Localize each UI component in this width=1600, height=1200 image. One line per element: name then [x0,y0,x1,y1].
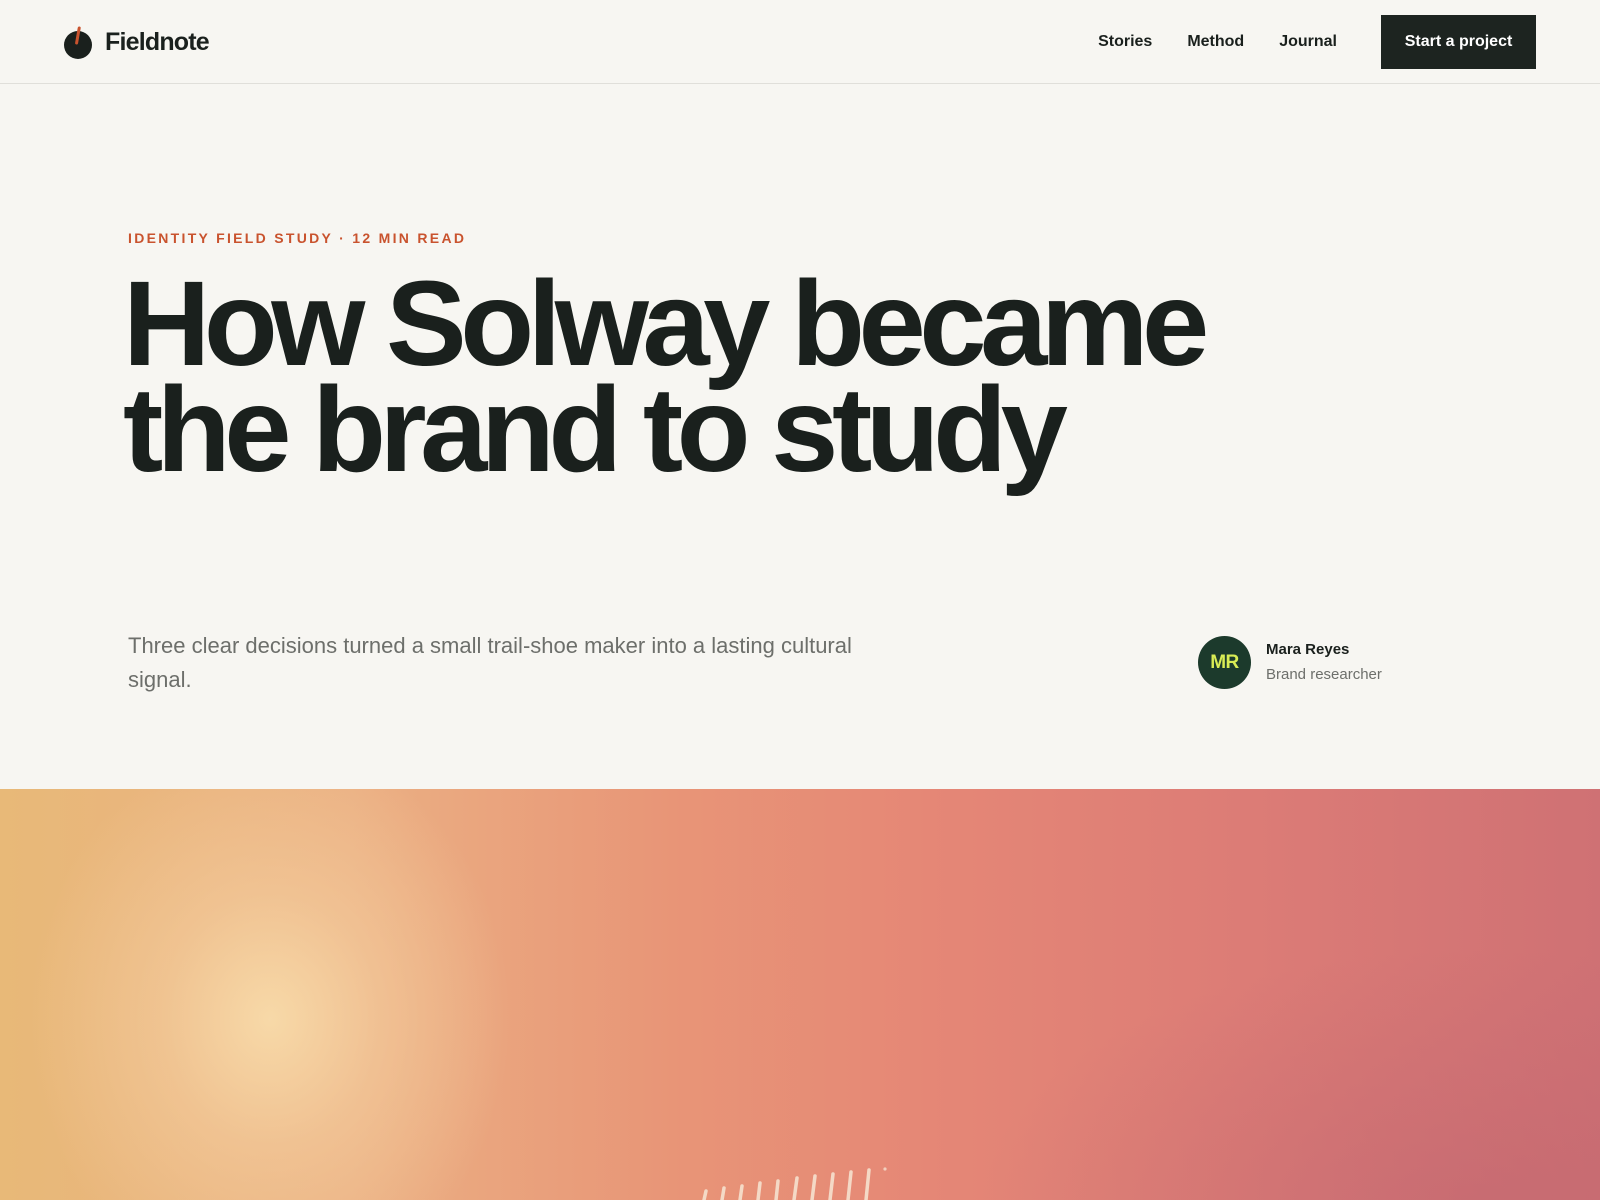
article-dek: Three clear decisions turned a small tra… [128,633,852,692]
author-info: Mara Reyes Brand researcher [1266,641,1382,684]
article-eyebrow: IDENTITY FIELD STUDY · 12 MIN READ [128,230,467,246]
main-nav: Stories Method Journal [1098,0,1337,84]
author-role: Brand researcher [1266,666,1382,683]
brand-name: Fieldnote [105,27,210,56]
fieldnote-logo-icon [64,26,92,59]
nav-link-stories[interactable]: Stories [1098,34,1152,50]
cover-image [0,789,1600,1200]
author-name: Mara Reyes [1266,641,1350,658]
article-headline: How Solway became the brand to study [123,255,1209,497]
nav-link-journal[interactable]: Journal [1279,34,1337,50]
shoe-lace-illustration [702,1167,887,1200]
site-header: Fieldnote Stories Method Journal Start a… [0,0,1600,84]
start-project-button[interactable]: Start a project [1381,15,1536,69]
author-avatar: MR [1198,636,1251,689]
author-byline[interactable]: MR Mara Reyes Brand researcher [1198,636,1382,689]
logo-link[interactable]: Fieldnote [63,22,210,62]
nav-link-method[interactable]: Method [1187,34,1244,50]
